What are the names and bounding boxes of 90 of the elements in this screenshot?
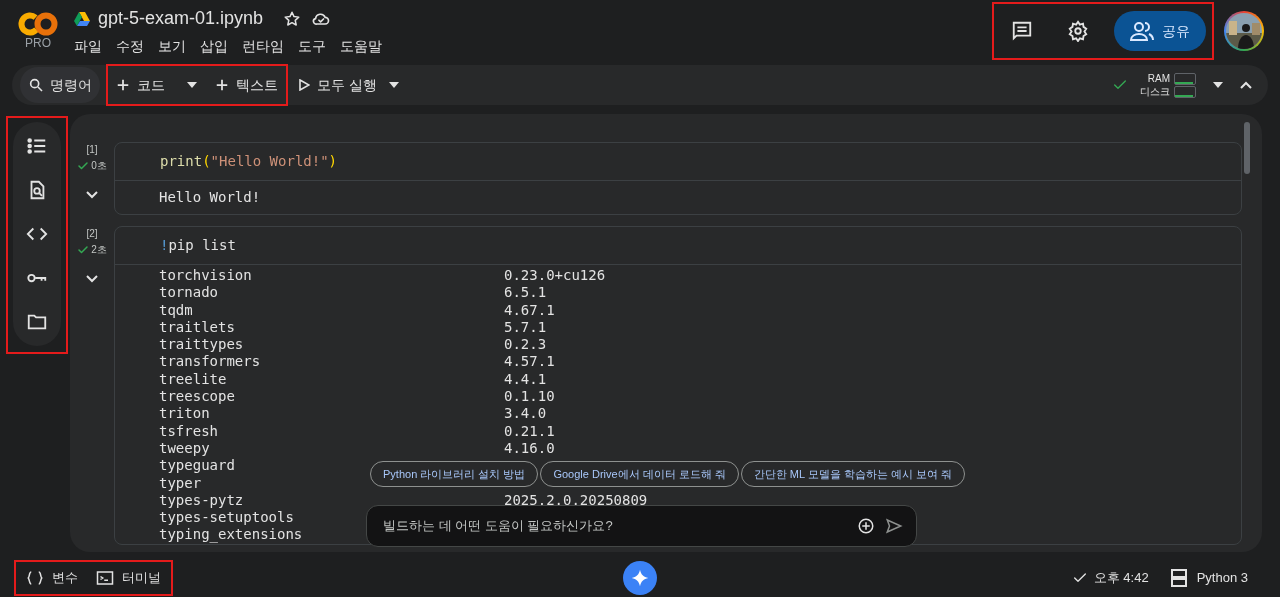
prompt-field[interactable]: 빌드하는 데 어떤 도움이 필요하신가요? — [383, 516, 856, 536]
package-name: traitlets — [159, 318, 235, 335]
package-version: 4.57.1 — [504, 353, 555, 371]
menu-item[interactable]: 런타임 — [242, 36, 284, 57]
menu-item[interactable]: 삽입 — [200, 36, 228, 57]
execution-count: [1] — [86, 144, 98, 156]
package-name: typing_extensions — [159, 526, 303, 543]
package-version: 3.4.0 — [504, 405, 547, 423]
package-name: transformers — [159, 353, 261, 370]
package-version: 4.67.1 — [504, 301, 555, 319]
chevron-down-icon — [86, 191, 98, 199]
package-name: tsfresh — [159, 422, 218, 439]
meter-label: 디스크 — [1140, 85, 1170, 98]
run-duration: 0초 — [91, 159, 107, 173]
plus-icon — [116, 78, 130, 92]
package-name: treescope — [159, 388, 235, 405]
play-icon — [298, 79, 310, 91]
resource-meter[interactable]: RAM 디스크 — [1140, 72, 1196, 98]
package-name: tqdm — [159, 301, 193, 318]
menu-item[interactable]: 수정 — [116, 36, 144, 57]
server-icon — [1170, 568, 1187, 587]
meter-label: RAM — [1146, 72, 1170, 85]
star-icon[interactable] — [283, 9, 302, 28]
code-line[interactable]: print("Hello World!") — [115, 143, 1241, 181]
prompt-box[interactable]: 빌드하는 데 어떤 도움이 필요하신가요? — [366, 505, 917, 547]
drive-icon — [74, 11, 90, 26]
scrollbar[interactable] — [1244, 122, 1250, 174]
package-version: 0.23.0+cu126 — [504, 267, 606, 285]
people-icon — [1130, 21, 1154, 41]
meter-track — [1174, 85, 1196, 98]
runtime-button[interactable]: Python 3 — [1170, 567, 1248, 588]
send-button[interactable] — [884, 516, 904, 536]
package-version: 0.21.1 — [504, 422, 555, 440]
add-code-button[interactable]: 코드 — [116, 70, 165, 100]
menu-item[interactable]: 보기 — [158, 36, 186, 57]
meter-track — [1174, 72, 1196, 85]
terminal-icon — [96, 569, 114, 586]
chevron-up-icon — [1240, 81, 1252, 89]
plus-icon — [215, 78, 229, 92]
package-name: typer — [159, 474, 202, 491]
caret-icon — [1213, 82, 1223, 88]
package-version: 5.7.1 — [504, 318, 547, 337]
plus-circle-icon — [857, 517, 875, 535]
menu-item[interactable]: 파일 — [74, 36, 102, 57]
variables-button[interactable]: 변수 — [26, 567, 78, 588]
caret-icon — [187, 82, 197, 88]
package-name: triton — [159, 405, 210, 422]
search-icon — [28, 77, 44, 93]
package-name: types-pytz — [159, 491, 244, 508]
add-text-button[interactable]: 텍스트 — [215, 70, 278, 100]
gemini-button[interactable] — [623, 561, 657, 595]
menu-item[interactable]: 도움말 — [340, 36, 382, 57]
package-name: torchvision — [159, 267, 252, 283]
menu-item[interactable]: 도구 — [298, 36, 326, 57]
list-icon — [26, 135, 48, 157]
terminal-button[interactable]: 터미널 — [96, 567, 161, 588]
settings-icon — [1067, 20, 1089, 42]
suggestion-chip[interactable]: 간단한 ML 모델을 학습하는 예시 보여 줘 — [740, 461, 965, 487]
package-name: tornado — [159, 284, 218, 301]
package-name: traittypes — [159, 336, 244, 353]
chevron-down-icon — [86, 275, 98, 283]
package-name: tweepy — [159, 439, 210, 456]
suggestion-chip[interactable]: Google Drive에서 데이터 로드해 줘 — [540, 461, 739, 487]
package-name: treelite — [159, 370, 227, 387]
add-button[interactable] — [856, 516, 876, 536]
braces-icon — [26, 569, 44, 586]
code-line[interactable]: !pip list — [115, 227, 1241, 265]
run-all-button[interactable]: 모두 실행 — [298, 70, 377, 100]
plan-label: PRO — [25, 36, 51, 50]
package-version: 0.2.3 — [504, 336, 547, 354]
save-time: 오후 4:42 — [1093, 568, 1149, 587]
package-version: 6.5.1 — [504, 284, 547, 302]
output-text: Hello World! — [158, 188, 262, 207]
share-button[interactable]: 공유 — [1114, 11, 1206, 51]
command-button[interactable]: 명령어 — [20, 67, 100, 103]
comment-icon — [1011, 20, 1033, 42]
package-version: 4.4.1 — [504, 370, 547, 389]
package-version: 4.16.0 — [504, 439, 555, 458]
package-name: typeguard — [159, 457, 235, 474]
file-name[interactable]: gpt-5-exam-01.ipynb — [98, 5, 264, 32]
code-cell[interactable]: print("Hello World!") Hello World! — [114, 142, 1242, 215]
logo-icon[interactable] — [18, 12, 58, 36]
caret-icon — [388, 82, 399, 88]
sparkle-icon — [631, 569, 649, 587]
package-name: types-setuptools — [159, 509, 294, 526]
package-version: 0.1.10 — [504, 388, 555, 406]
send-icon — [885, 517, 903, 535]
run-duration: 2초 — [91, 243, 107, 257]
execution-count: [2] — [86, 228, 98, 240]
suggestion-chip[interactable]: Python 라이브러리 설치 방법 — [370, 461, 539, 487]
